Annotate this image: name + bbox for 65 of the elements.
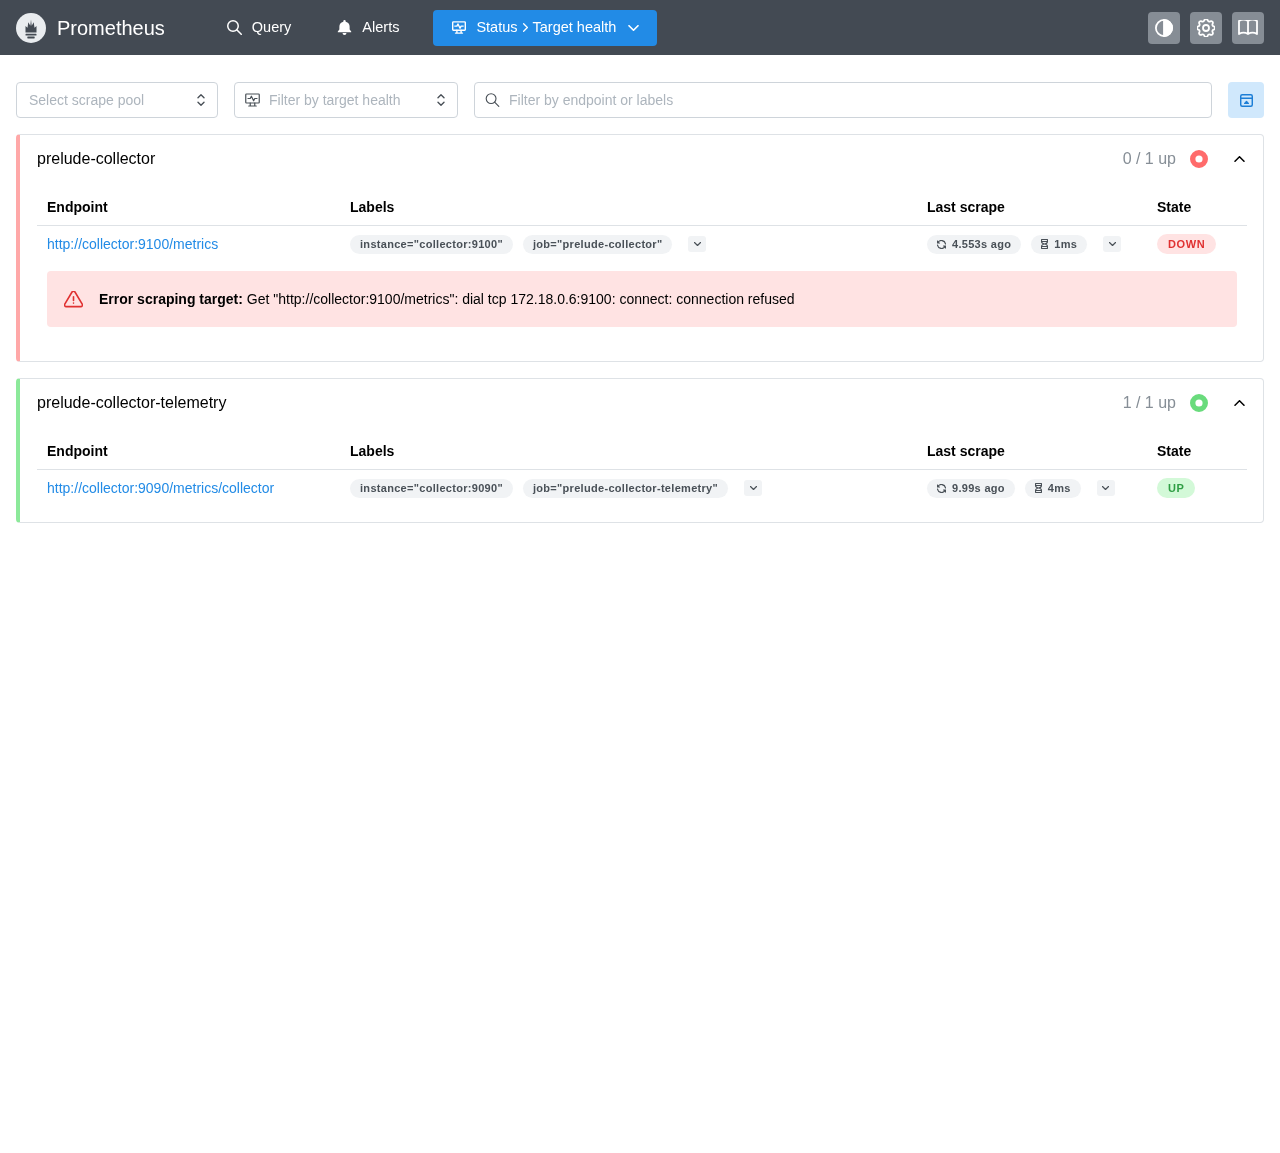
label-tag: instance="collector:9100" [350, 234, 513, 254]
nav-link[interactable]: Query [214, 9, 304, 46]
up-count-text: 1 / 1 up [1122, 393, 1176, 413]
show-labels-button[interactable] [688, 236, 707, 252]
chevron-up-icon[interactable] [1234, 156, 1245, 162]
scrape-age-text: 4.553s ago [952, 237, 1012, 252]
duration-text: 4ms [1047, 481, 1071, 496]
error-message: Error scraping target: Get "http://collector:9100/metrics": dial tcp 172.18.0.6:9100: connect: connection refused [99, 290, 795, 309]
label-tag: job="prelude-collector" [522, 234, 673, 254]
endpoint-link[interactable]: http://collector:9100/metrics [47, 236, 219, 252]
search-icon [485, 93, 500, 107]
monitor-pulse-icon [452, 21, 467, 34]
pool-name: prelude-collector-telemetry [37, 393, 227, 413]
duration-text: 1ms [1054, 237, 1078, 252]
chevron-right-icon [522, 23, 528, 32]
scrape-pool-select[interactable]: Select scrape pool [16, 82, 218, 118]
collapse-panel-icon [1239, 93, 1253, 107]
chevron-down-icon [749, 486, 757, 490]
column-header: Labels [340, 434, 917, 470]
target-state-badge: UP [1157, 478, 1196, 498]
theme-toggle-button[interactable] [1148, 11, 1180, 44]
chevron-down-icon [693, 242, 701, 246]
selector-icon [437, 94, 445, 106]
column-header: Last scrape [917, 190, 1147, 226]
target-state-badge: DOWN [1157, 234, 1217, 254]
show-details-button[interactable] [1103, 236, 1122, 252]
chevron-down-icon [1102, 486, 1110, 490]
search-icon [226, 20, 242, 35]
label-tag: instance="collector:9090" [350, 478, 513, 498]
column-header: Labels [340, 190, 917, 226]
nav-menu-button[interactable]: Status Target health [433, 9, 658, 46]
hourglass-icon [1034, 483, 1042, 493]
warning-icon [64, 290, 83, 308]
target-health-select[interactable]: Filter by target health [234, 82, 458, 118]
docs-button[interactable] [1232, 11, 1264, 44]
show-details-button[interactable] [1096, 480, 1115, 496]
chevron-down-icon [1108, 242, 1116, 246]
collapse-all-button[interactable] [1228, 82, 1264, 118]
torch-logo-icon [16, 12, 46, 43]
scrape-age-text: 9.99s ago [952, 481, 1005, 496]
refresh-icon [937, 483, 946, 493]
column-header: State [1147, 434, 1247, 470]
column-header: State [1147, 190, 1247, 226]
pool-name: prelude-collector [37, 149, 156, 169]
up-count-text: 0 / 1 up [1122, 149, 1176, 169]
bell-icon [337, 20, 353, 35]
column-header: Endpoint [37, 434, 340, 470]
book-icon [1238, 19, 1258, 36]
show-labels-button[interactable] [744, 480, 763, 496]
endpoint-link[interactable]: http://collector:9090/metrics/collector [47, 480, 275, 496]
column-header: Last scrape [917, 434, 1147, 470]
contrast-icon [1155, 18, 1173, 37]
label-tag: job="prelude-collector-telemetry" [522, 478, 729, 498]
nav-link[interactable]: Alerts [325, 9, 412, 46]
chevron-up-icon[interactable] [1234, 400, 1245, 406]
column-header: Endpoint [37, 190, 340, 226]
selector-icon [197, 94, 205, 106]
brand-name: Prometheus [57, 15, 165, 40]
search-field[interactable]: Filter by endpoint or labels [474, 82, 1212, 118]
settings-icon [1197, 18, 1215, 37]
refresh-icon [937, 239, 946, 249]
monitor-pulse-icon [245, 93, 260, 107]
chevron-down-icon [628, 24, 640, 31]
hourglass-icon [1041, 239, 1049, 249]
settings-button[interactable] [1190, 11, 1222, 44]
